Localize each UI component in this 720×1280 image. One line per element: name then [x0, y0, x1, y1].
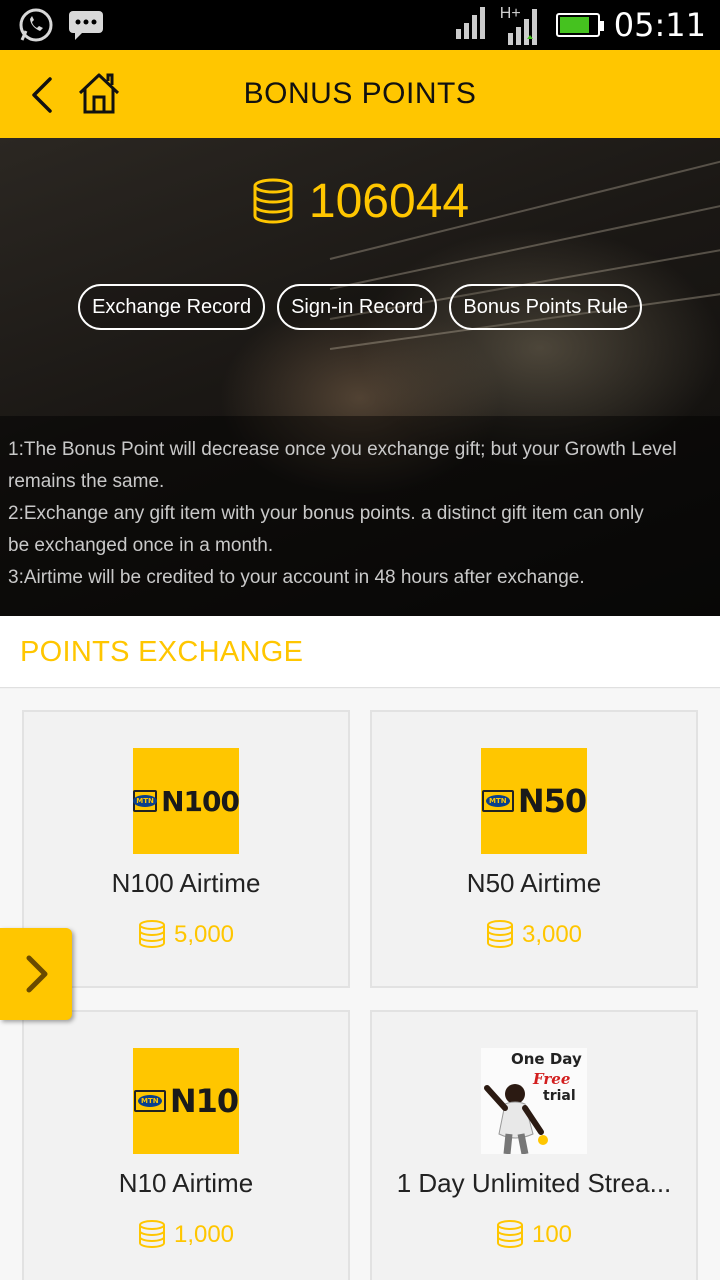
item-name: N10 Airtime: [118, 1168, 254, 1198]
coin-stack-icon: [138, 1220, 165, 1248]
status-bar: H+ 05:11: [0, 0, 720, 50]
item-image-label: N100: [161, 784, 240, 818]
exchange-record-button[interactable]: Exchange Record: [78, 284, 266, 330]
section-title: POINTS EXCHANGE: [20, 636, 304, 668]
battery-icon: [555, 13, 604, 37]
item-image: MTN N100: [133, 748, 240, 854]
coin-stack-icon: [486, 920, 513, 948]
cost-value: 1,000: [173, 1221, 235, 1248]
mtn-logo: MTN: [133, 1090, 166, 1112]
exchange-item-n10[interactable]: MTN N10 N10 Airtime 1,000: [22, 1010, 350, 1280]
floating-next-button[interactable]: [0, 928, 72, 1020]
promo-text-line: One Day: [511, 1050, 582, 1068]
whatsapp-icon: [16, 6, 56, 44]
item-image: MTN N10: [133, 1048, 239, 1154]
item-image-label: N50: [517, 782, 587, 820]
promo-text-line: trial: [543, 1088, 576, 1104]
coin-stack-icon: [253, 178, 293, 223]
messenger-icon: [66, 6, 106, 44]
promo-text-line: Free: [533, 1070, 571, 1088]
rule-line: be exchanged once in a month.: [8, 535, 274, 556]
exchange-item-n50[interactable]: MTN N50 N50 Airtime 3,000: [370, 710, 698, 988]
points-exchange-header: POINTS EXCHANGE: [0, 616, 720, 688]
item-cost: 5,000: [24, 920, 348, 950]
item-image-label: N10: [169, 1082, 239, 1120]
points-hero: 106044 Exchange Record Sign-in Record Bo…: [0, 138, 720, 616]
item-name: N100 Airtime: [111, 868, 261, 898]
cost-value: 100: [531, 1221, 573, 1248]
mtn-logo: MTN: [481, 790, 514, 812]
item-name: N50 Airtime: [466, 868, 602, 898]
item-cost: 3,000: [372, 920, 696, 950]
chevron-right-icon: [26, 955, 48, 993]
app-header: BONUS POINTS: [0, 50, 720, 138]
mtn-logo: MTN: [133, 790, 158, 812]
cost-value: 3,000: [521, 921, 583, 948]
coin-stack-icon: [138, 920, 165, 948]
signal-icon: [454, 5, 488, 46]
item-cost: 100: [372, 1220, 696, 1250]
item-cost: 1,000: [24, 1220, 348, 1250]
rules-text: 1:The Bonus Point will decrease once you…: [0, 416, 720, 616]
rule-line: remains the same.: [8, 471, 165, 492]
exchange-grid: MTN N100 N100 Airtime 5,000 MTN N50 N50 …: [0, 689, 720, 1280]
item-name: 1 Day Unlimited Strea...: [396, 1168, 672, 1198]
item-image: MTN N50: [481, 748, 587, 854]
exchange-item-streaming[interactable]: One Day Free trial 1 Day Unlimited Strea…: [370, 1010, 698, 1280]
rule-line: 1:The Bonus Point will decrease once you…: [8, 439, 677, 460]
record-buttons: Exchange Record Sign-in Record Bonus Poi…: [0, 284, 720, 330]
bonus-points-rule-button[interactable]: Bonus Points Rule: [449, 284, 642, 330]
page-title: BONUS POINTS: [243, 77, 477, 110]
clock: 05:11: [613, 6, 706, 44]
rule-line: 3:Airtime will be credited to your accou…: [8, 567, 585, 588]
rule-line: 2:Exchange any gift item with your bonus…: [8, 503, 644, 524]
sign-in-record-button[interactable]: Sign-in Record: [277, 284, 438, 330]
points-value: 106044: [308, 175, 470, 228]
points-balance: 106044: [0, 174, 720, 229]
item-image: One Day Free trial: [481, 1048, 587, 1154]
cost-value: 5,000: [173, 921, 235, 948]
mobile-data-icon: H+: [500, 3, 542, 47]
coin-stack-icon: [496, 1220, 523, 1248]
